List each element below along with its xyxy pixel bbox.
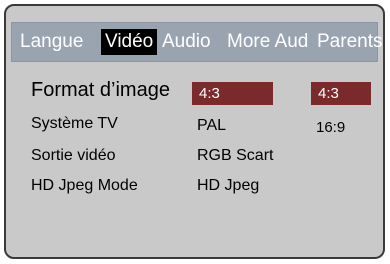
setting-label-hd-jpeg-mode[interactable]: HD Jpeg Mode xyxy=(31,177,138,195)
setting-label-format-image[interactable]: Format d’image xyxy=(31,79,170,102)
option-16-9[interactable]: 16:9 xyxy=(316,119,345,136)
menu-tab-bar: Langue Vidéo Audio More Aud Parents xyxy=(11,22,382,62)
setting-label-sortie-video[interactable]: Sortie vidéo xyxy=(31,147,116,165)
option-4-3[interactable]: 4:3 xyxy=(311,82,371,105)
setting-value-systeme-tv[interactable]: PAL xyxy=(197,117,226,135)
tab-langue[interactable]: Langue xyxy=(20,29,83,55)
setting-value-format-image[interactable]: 4:3 xyxy=(192,82,273,105)
tab-audio[interactable]: Audio xyxy=(162,29,211,55)
tab-more-aud[interactable]: More Aud xyxy=(227,29,308,55)
setup-menu-panel: Langue Vidéo Audio More Aud Parents Form… xyxy=(4,4,385,259)
setting-value-sortie-video[interactable]: RGB Scart xyxy=(197,147,273,165)
tab-parents[interactable]: Parents xyxy=(317,29,382,55)
tab-video[interactable]: Vidéo xyxy=(101,29,158,55)
setting-value-hd-jpeg-mode[interactable]: HD Jpeg xyxy=(197,177,259,195)
setting-label-systeme-tv[interactable]: Système TV xyxy=(31,115,118,133)
